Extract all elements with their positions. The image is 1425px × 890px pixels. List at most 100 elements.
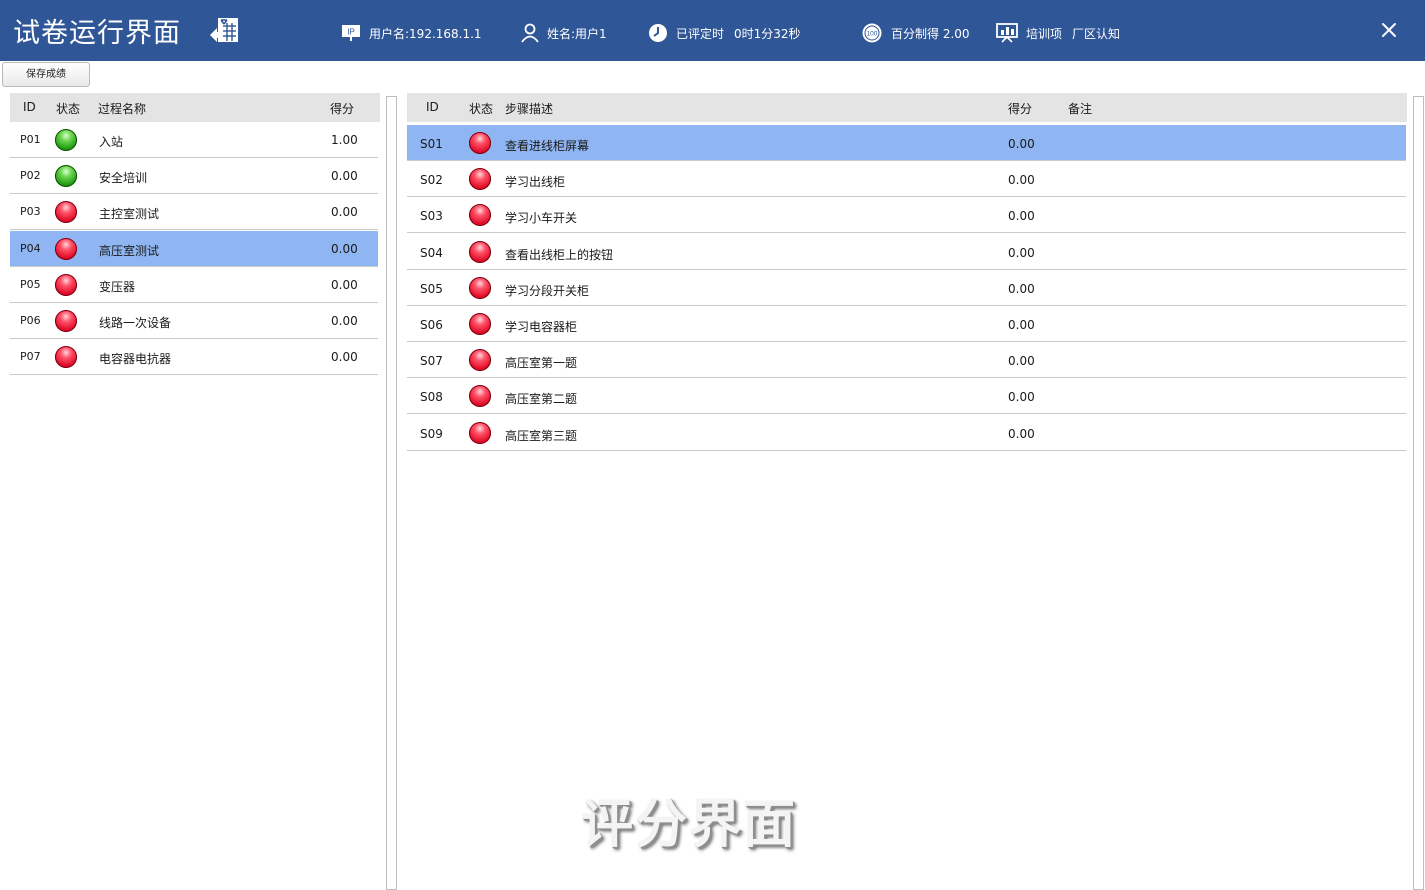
process-name: 安全培训 [99,171,148,186]
status-red-led-icon [469,168,491,191]
step-row[interactable]: S02 学习出线柜 0.00 [407,161,1406,198]
process-score: 0.00 [331,169,358,184]
process-id: P04 [20,241,41,255]
process-row[interactable]: P01 入站 1.00 [10,122,378,158]
process-id: P05 [20,277,41,291]
col-header-step-desc: 步骤描述 [505,102,554,116]
status-green-led-icon [55,129,77,151]
step-score: 0.00 [1008,390,1035,405]
step-row[interactable]: S08 高压室第二题 0.00 [407,378,1406,415]
process-name: 线路一次设备 [99,316,172,330]
presentation-chart-icon [996,23,1018,43]
step-description: 查看进线柜屏幕 [505,139,590,153]
score-100-icon: 100 [862,23,882,43]
col-header-id: ID [426,100,439,114]
training-value: 厂区认知 [1072,26,1121,41]
user-name-info: 姓名:用户1 [521,21,607,45]
save-score-button[interactable]: 保存成绩 [2,62,90,87]
step-description: 查看出线柜上的按钮 [505,247,614,262]
step-row[interactable]: S04 查看出线柜上的按钮 0.00 [407,234,1406,270]
process-table: ID 状态 过程名称 得分 P01 入站 1.00 P02 安全培训 0.00 P03 主控室… [10,93,380,890]
process-name: 变压器 [99,279,136,294]
process-row[interactable]: P03 主控室测试 0.00 [10,194,378,231]
svg-text:100: 100 [867,31,878,38]
status-red-led-icon [55,310,77,332]
process-id: P03 [20,205,41,219]
step-score: 0.00 [1008,426,1035,441]
training-label: 培训项 [1026,26,1063,41]
process-id: P01 [20,133,41,146]
score-info: 100 百分制得 2.00 [861,21,970,45]
process-table-header: ID 状态 过程名称 得分 [10,93,380,122]
ip-info: IP 用户名:192.168.1.1 [341,21,482,45]
step-row[interactable]: S07 高压室第一题 0.00 [407,342,1406,379]
status-red-led-icon [469,385,491,408]
step-score: 0.00 [1008,173,1035,188]
user-name-text: 姓名:用户1 [547,26,607,41]
step-id: S08 [420,390,443,405]
step-id: S05 [420,281,443,296]
step-description: 学习小车开关 [505,211,578,226]
step-row[interactable]: S05 学习分段开关柜 0.00 [407,270,1406,306]
process-score: 0.00 [331,277,358,292]
process-score: 0.00 [331,205,358,220]
step-id: S06 [420,318,443,332]
status-red-led-icon [469,421,491,444]
process-row[interactable]: P02 安全培训 0.00 [10,158,378,195]
page-title: 试卷运行界面 [13,18,181,49]
process-row[interactable]: P04 高压室测试 0.00 [10,230,378,267]
step-row[interactable]: S01 查看进线柜屏幕 0.00 [407,125,1406,161]
process-name: 高压室测试 [99,243,160,258]
step-id: S02 [420,173,443,188]
step-score: 0.00 [1008,281,1035,296]
status-red-led-icon [55,237,77,260]
status-red-led-icon [55,346,77,369]
right-panel-scrollbar[interactable] [1413,96,1424,890]
col-header-process-name: 过程名称 [98,102,147,116]
step-id: S01 [420,137,443,151]
step-description: 高压室第三题 [505,428,578,443]
step-table: ID 状态 步骤描述 得分 备注 S01 查看进线柜屏幕 0.00 S02 学习出线柜 0… [407,93,1407,890]
step-score: 0.00 [1008,209,1035,224]
elapsed-time-info: 已评定时 0时1分32秒 [648,21,801,45]
left-panel-scrollbar[interactable] [386,96,397,890]
step-score: 0.00 [1008,318,1035,332]
status-green-led-icon [55,165,77,188]
process-row[interactable]: P05 变压器 0.00 [10,267,378,303]
process-id: P06 [20,314,41,327]
close-icon[interactable] [1378,19,1400,41]
elapsed-label: 已评定时 [676,26,725,41]
step-row[interactable]: S09 高压室第三题 0.00 [407,415,1406,451]
svg-text:IP: IP [347,28,355,37]
step-id: S09 [420,426,443,441]
process-id: P07 [20,350,41,364]
process-score: 1.00 [331,133,358,147]
step-table-header: ID 状态 步骤描述 得分 备注 [407,93,1407,122]
col-header-status: 状态 [56,102,81,116]
col-header-status: 状态 [469,102,494,116]
step-description: 学习电容器柜 [505,320,578,334]
step-description: 高压室第一题 [505,356,578,371]
step-row[interactable]: S03 学习小车开关 0.00 [407,197,1406,234]
step-description: 学习出线柜 [505,175,566,190]
step-score: 0.00 [1008,245,1035,260]
status-red-led-icon [469,240,491,263]
process-row[interactable]: P07 电容器电抗器 0.00 [10,339,378,376]
status-red-led-icon [469,204,491,227]
process-row[interactable]: P06 线路一次设备 0.00 [10,303,378,339]
process-score: 0.00 [331,350,358,365]
step-row[interactable]: S06 学习电容器柜 0.00 [407,306,1406,342]
score-text: 百分制得 2.00 [891,26,970,41]
process-name: 电容器电抗器 [99,352,172,367]
clock-icon [649,24,667,42]
step-id: S04 [420,245,443,260]
step-id: S07 [420,354,443,369]
col-header-score: 得分 [1008,102,1033,116]
process-name: 入站 [99,135,124,149]
process-id: P02 [20,169,41,183]
col-header-id: ID [23,100,36,114]
spreadsheet-export-icon [210,18,238,42]
status-red-led-icon [55,273,77,296]
status-red-led-icon [469,313,491,335]
step-description: 学习分段开关柜 [505,283,590,298]
